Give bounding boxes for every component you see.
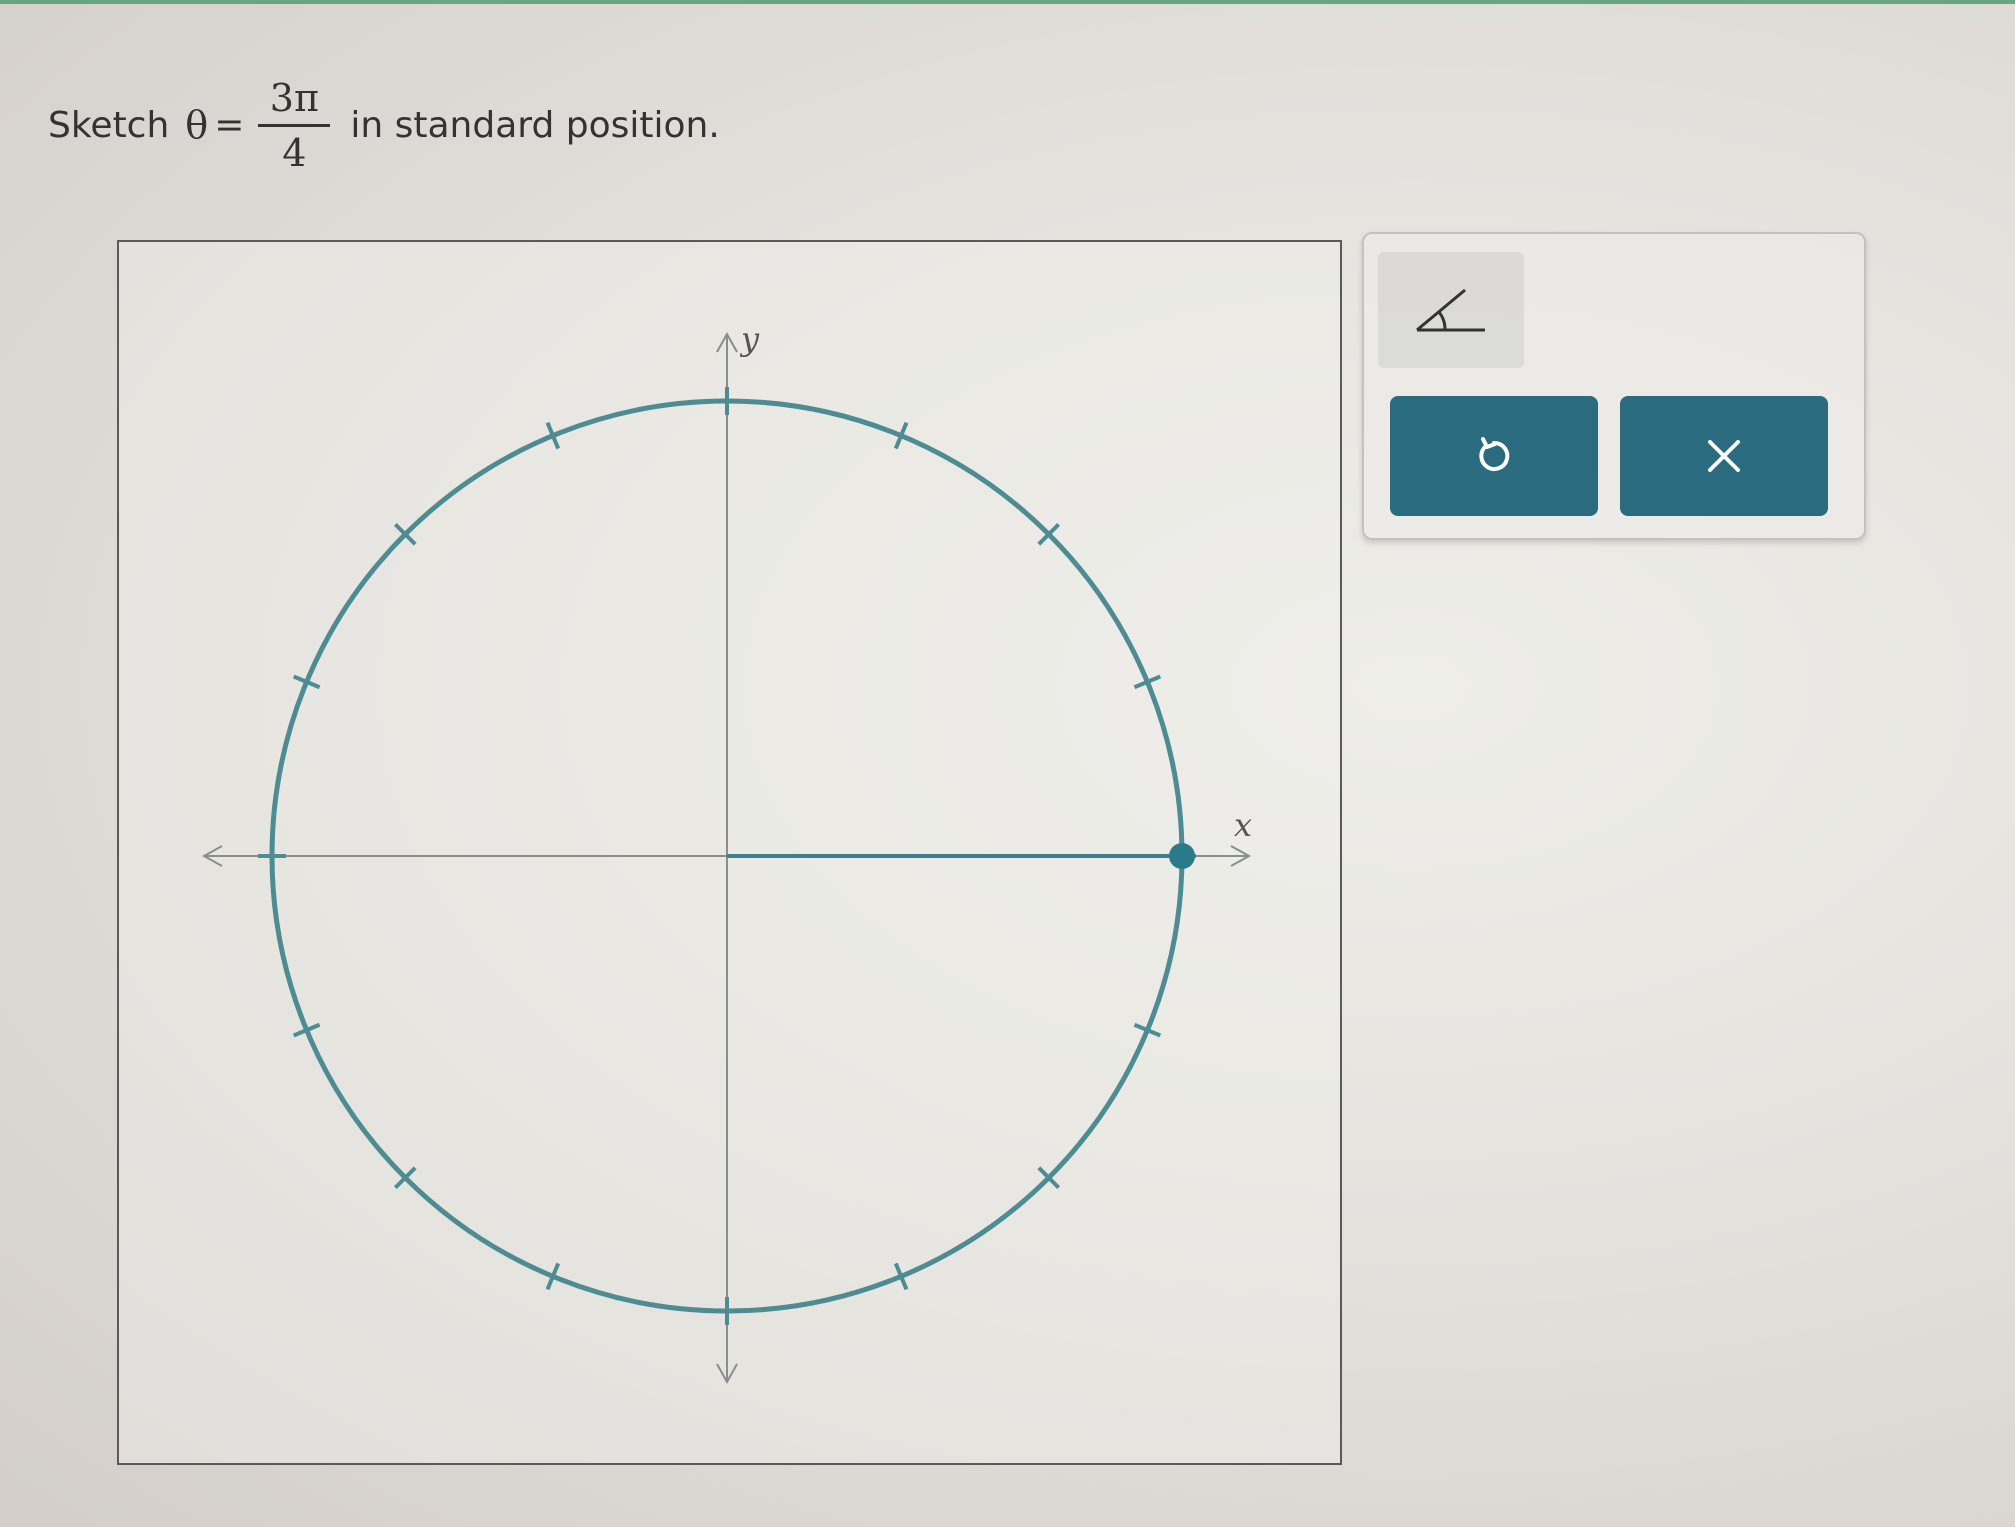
tool-panel	[1362, 232, 1866, 540]
y-axis-label: y	[739, 320, 760, 358]
graph-panel[interactable]: x y	[117, 240, 1342, 1465]
x-axis-label: x	[1234, 806, 1252, 844]
undo-icon	[1479, 437, 1510, 471]
theta-symbol: θ	[185, 103, 209, 147]
clear-button[interactable]	[1620, 396, 1828, 516]
equals-sign: =	[214, 104, 245, 146]
prompt-lead: Sketch	[48, 104, 170, 146]
prompt-trail: in standard position.	[350, 104, 720, 146]
unit-circle-graph[interactable]: x y	[119, 242, 1340, 1463]
ray-endpoint-handle[interactable]	[1169, 843, 1195, 869]
top-accent-strip	[0, 0, 2015, 4]
axes: x y	[201, 320, 1252, 1385]
angle-icon	[1416, 288, 1485, 332]
close-icon	[1708, 440, 1740, 472]
question-prompt: Sketch θ = 3π 4 in standard position.	[48, 60, 720, 190]
fraction-numerator: 3π	[269, 75, 319, 120]
angle-fraction: 3π 4	[258, 75, 331, 175]
angle-tool-button[interactable]	[1378, 252, 1524, 368]
undo-button[interactable]	[1390, 396, 1598, 516]
fraction-denominator: 4	[282, 130, 307, 175]
